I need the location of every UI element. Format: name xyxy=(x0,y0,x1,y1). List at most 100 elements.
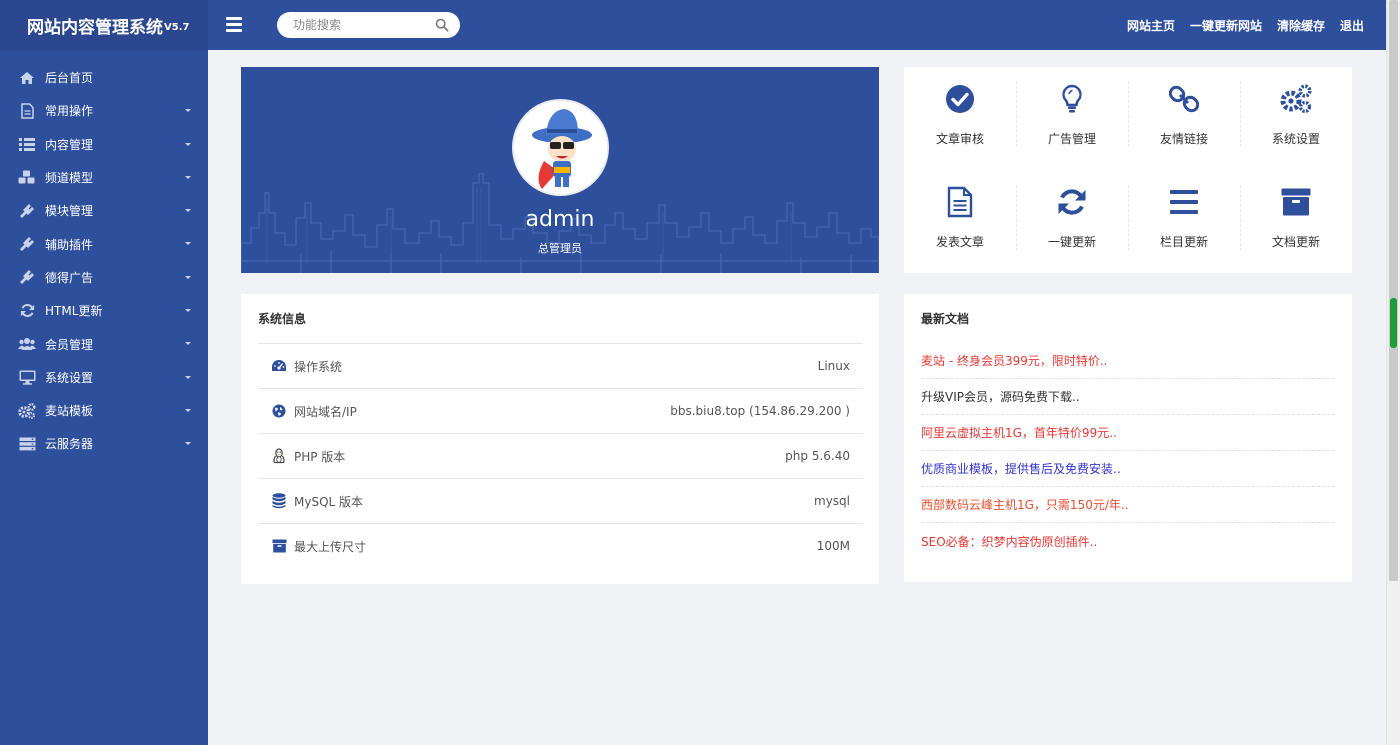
sidebar-item-ads[interactable]: 德得广告 xyxy=(0,261,208,294)
sidebar-item-system-settings[interactable]: 系统设置 xyxy=(0,361,208,394)
brand-version: V5.7 xyxy=(164,21,190,33)
update-site-link[interactable]: 一键更新网站 xyxy=(1190,17,1262,34)
profile-banner: admin 总管理员 xyxy=(241,67,879,273)
chevron-down-icon xyxy=(185,309,191,313)
logout-link[interactable]: 退出 xyxy=(1340,17,1364,34)
chevron-down-icon xyxy=(185,342,191,346)
avatar[interactable] xyxy=(512,99,609,196)
sidebar: 后台首页 常用操作 内容管理 频道模型 模块管理 辅助插件 德得广告 HTML更… xyxy=(0,50,208,745)
doc-link-item[interactable]: SEO必备：织梦内容伪原创插件.. xyxy=(921,523,1335,559)
system-info-row: MySQL 版本 mysql xyxy=(258,478,863,523)
dashboard-icon xyxy=(271,358,287,374)
quick-friend-links[interactable]: 友情链接 xyxy=(1128,67,1240,170)
row-label: MySQL 版本 xyxy=(294,494,364,509)
sidebar-item-html-update[interactable]: HTML更新 xyxy=(0,294,208,327)
scrollbar-grip[interactable] xyxy=(1390,298,1397,348)
brand-logo[interactable]: 网站内容管理系统 V5.7 xyxy=(0,0,208,50)
chevron-down-icon xyxy=(185,109,191,113)
sidebar-item-modules[interactable]: 模块管理 xyxy=(0,194,208,227)
quick-actions-panel: 文章审核 广告管理 友情链接 系统设置 发表文章 一键更新 栏目更新 文档更新 xyxy=(904,67,1352,273)
sidebar-item-label: 德得广告 xyxy=(45,270,94,285)
doc-link-item[interactable]: 优质商业模板，提供售后及免费安装.. xyxy=(921,451,1335,487)
clear-cache-link[interactable]: 清除缓存 xyxy=(1277,17,1325,34)
archive-icon xyxy=(271,538,287,554)
search-box xyxy=(277,12,460,38)
plug-icon xyxy=(18,269,36,285)
quick-article-review[interactable]: 文章审核 xyxy=(904,67,1016,170)
sidebar-item-label: 模块管理 xyxy=(45,204,94,219)
row-label: PHP 版本 xyxy=(294,449,346,464)
quick-label: 文档更新 xyxy=(1271,235,1320,249)
cogs-icon xyxy=(18,402,36,419)
lightbulb-icon xyxy=(1055,82,1089,116)
panel-title: 最新文档 xyxy=(921,312,970,326)
sidebar-item-dashboard[interactable]: 后台首页 xyxy=(0,61,208,94)
search-input[interactable] xyxy=(277,12,427,38)
search-icon[interactable] xyxy=(435,18,449,32)
menu-toggle-icon[interactable] xyxy=(222,14,246,36)
document-icon xyxy=(943,185,977,219)
quick-one-click-update[interactable]: 一键更新 xyxy=(1016,170,1128,273)
sidebar-item-members[interactable]: 会员管理 xyxy=(0,327,208,360)
quick-column-update[interactable]: 栏目更新 xyxy=(1128,170,1240,273)
globe-icon xyxy=(271,403,287,419)
quick-label: 发表文章 xyxy=(935,235,984,249)
system-info-row: 最大上传尺寸 100M xyxy=(258,523,863,568)
system-info-row: PHP 版本 php 5.6.40 xyxy=(258,433,863,478)
sidebar-item-label: 会员管理 xyxy=(45,337,94,352)
refresh-icon xyxy=(18,303,36,319)
home-icon xyxy=(18,70,36,86)
database-icon xyxy=(271,493,287,509)
vertical-scrollbar[interactable] xyxy=(1386,0,1400,745)
home-link[interactable]: 网站主页 xyxy=(1127,17,1175,34)
sidebar-item-cloud-server[interactable]: 云服务器 xyxy=(0,427,208,460)
latest-docs-panel: 最新文档 麦站 - 终身会员399元，限时特价.. 升级VIP会员，源码免费下载… xyxy=(904,294,1352,582)
check-circle-icon xyxy=(943,82,977,116)
list-icon xyxy=(18,136,36,152)
row-label: 网站域名/IP xyxy=(294,404,357,419)
desktop-icon xyxy=(18,369,36,385)
quick-system-settings[interactable]: 系统设置 xyxy=(1240,67,1352,170)
row-value: 100M xyxy=(816,539,850,553)
row-value: php 5.6.40 xyxy=(785,449,850,463)
row-value: Linux xyxy=(817,359,850,373)
top-bar: 网站内容管理系统 V5.7 网站主页 一键更新网站 清除缓存 退出 xyxy=(0,0,1386,50)
doc-link-item[interactable]: 西部数码云峰主机1G，只需150元/年.. xyxy=(921,487,1335,523)
chevron-down-icon xyxy=(185,442,191,446)
chevron-down-icon xyxy=(185,275,191,279)
sidebar-item-label: 云服务器 xyxy=(45,437,94,452)
file-icon xyxy=(18,103,36,119)
archive-icon xyxy=(1279,185,1313,219)
sidebar-item-label: 麦站模板 xyxy=(45,404,94,419)
linux-icon xyxy=(271,448,287,464)
users-icon xyxy=(18,336,36,352)
sidebar-item-common-ops[interactable]: 常用操作 xyxy=(0,94,208,127)
sidebar-item-content[interactable]: 内容管理 xyxy=(0,128,208,161)
brand-name: 网站内容管理系统 xyxy=(27,17,163,38)
chevron-down-icon xyxy=(185,375,191,379)
quick-label: 广告管理 xyxy=(1047,132,1096,146)
chevron-down-icon xyxy=(185,408,191,412)
quick-ad-management[interactable]: 广告管理 xyxy=(1016,67,1128,170)
quick-document-update[interactable]: 文档更新 xyxy=(1240,170,1352,273)
sidebar-item-label: 辅助插件 xyxy=(45,237,94,252)
system-info-row: 网站域名/IP bbs.biu8.top (154.86.29.200 ) xyxy=(258,388,863,433)
panel-title: 系统信息 xyxy=(258,312,307,326)
sidebar-item-channel-model[interactable]: 频道模型 xyxy=(0,161,208,194)
row-value: mysql xyxy=(814,494,850,508)
bars-icon xyxy=(1167,185,1201,219)
sidebar-item-label: 内容管理 xyxy=(45,137,94,152)
scrollbar-thumb[interactable] xyxy=(1389,0,1398,581)
quick-publish-article[interactable]: 发表文章 xyxy=(904,170,1016,273)
cogs-icon xyxy=(1279,82,1313,116)
plug-icon xyxy=(18,236,36,252)
doc-link-item[interactable]: 阿里云虚拟主机1G，首年特价99元.. xyxy=(921,415,1335,451)
chevron-down-icon xyxy=(185,175,191,179)
system-info-row: 操作系统 Linux xyxy=(258,343,863,388)
sidebar-item-plugins[interactable]: 辅助插件 xyxy=(0,227,208,260)
sidebar-item-label: 常用操作 xyxy=(45,104,94,119)
sidebar-item-templates[interactable]: 麦站模板 xyxy=(0,394,208,427)
doc-link-item[interactable]: 升级VIP会员，源码免费下载.. xyxy=(921,379,1335,415)
profile-role: 总管理员 xyxy=(538,242,582,255)
doc-link-item[interactable]: 麦站 - 终身会员399元，限时特价.. xyxy=(921,343,1335,379)
